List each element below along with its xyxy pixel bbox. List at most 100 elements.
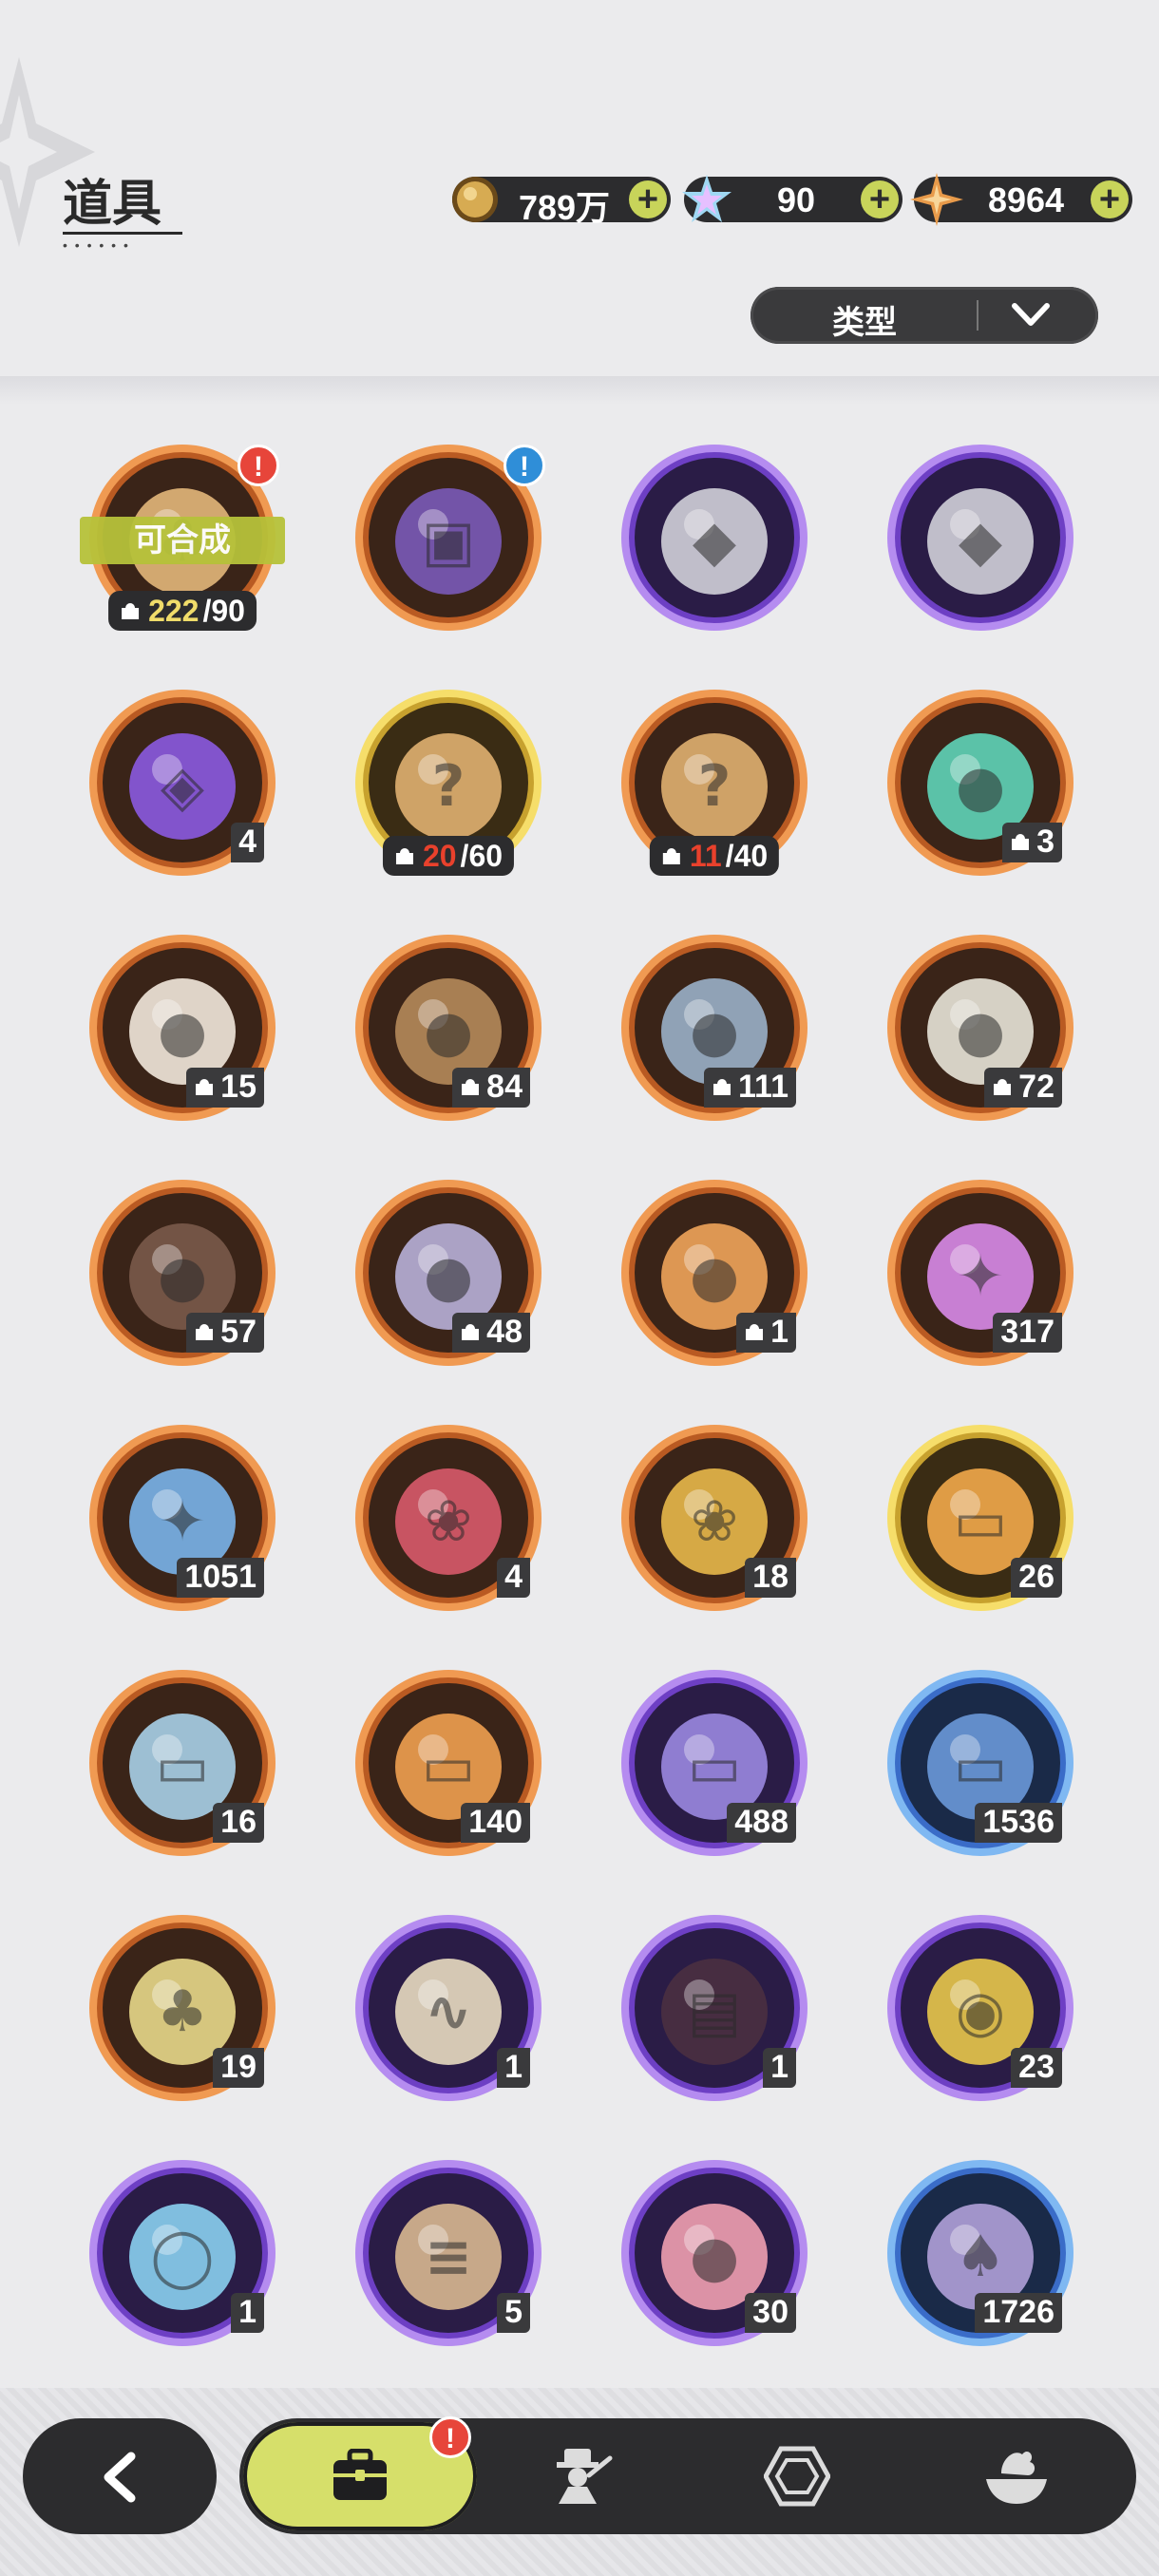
svg-text:▭: ▭ — [688, 1733, 742, 1800]
item-quantity: 4 — [231, 823, 264, 862]
svg-text:✦: ✦ — [159, 1488, 206, 1555]
item-slot[interactable]: ◆ — [619, 443, 809, 633]
svg-text:◯: ◯ — [150, 2224, 214, 2290]
svg-text:?: ? — [432, 753, 466, 820]
item-slot[interactable]: ♣可合成222/90! — [80, 443, 285, 633]
item-slot[interactable]: ✦ 1051 — [87, 1423, 277, 1613]
item-slot[interactable]: ? 11/40 — [619, 688, 809, 878]
shard-have: 11 — [689, 839, 722, 873]
item-slot[interactable]: ▣! — [353, 443, 545, 633]
tab-dessert[interactable] — [969, 2418, 1064, 2534]
item-alert-badge: ! — [504, 445, 545, 486]
svg-text:◆: ◆ — [693, 508, 736, 575]
item-slot[interactable]: ♠ 1726 — [885, 2158, 1075, 2348]
item-slot[interactable]: ● 3 — [885, 688, 1075, 878]
item-slot[interactable]: ● 48 — [353, 1178, 543, 1368]
shard-have: 222 — [148, 594, 200, 628]
shard-icon — [196, 1324, 214, 1340]
item-slot[interactable]: ▭ 488 — [619, 1668, 809, 1858]
svg-text:❀: ❀ — [425, 1488, 472, 1555]
svg-text:●: ● — [424, 1243, 473, 1310]
quantity-value: 57 — [220, 1314, 256, 1350]
item-quantity: 1 — [736, 1313, 796, 1353]
shard-progress: 222/90 — [108, 591, 256, 631]
item-slot[interactable]: ● 30 — [619, 2158, 809, 2348]
svg-text:▭: ▭ — [954, 1488, 1008, 1555]
shard-have: 20 — [422, 839, 457, 873]
item-slot[interactable]: ▤ 1 — [619, 1913, 809, 2103]
item-quantity: 26 — [1011, 1558, 1062, 1598]
svg-text:●: ● — [956, 753, 1005, 820]
quantity-value: 1536 — [982, 1804, 1054, 1840]
item-slot[interactable]: ◆ — [885, 443, 1075, 633]
shard-icon — [462, 1324, 480, 1340]
item-slot[interactable]: ✦ 317 — [885, 1178, 1075, 1368]
svg-text:?: ? — [698, 753, 732, 820]
gift-egg-icon: ◆ — [887, 445, 1074, 631]
item-slot[interactable]: ● 72 — [885, 933, 1075, 1123]
item-quantity: 48 — [452, 1313, 530, 1353]
shard-need: /90 — [202, 594, 245, 628]
quantity-value: 1 — [770, 2049, 788, 2085]
shard-progress: 11/40 — [649, 836, 780, 876]
item-slot[interactable]: ♣ 19 — [87, 1913, 277, 2103]
shard-icon — [395, 848, 413, 864]
back-button[interactable] — [23, 2418, 217, 2534]
shard-progress: 20/60 — [382, 836, 515, 876]
item-slot[interactable]: ∿ 1 — [353, 1913, 543, 2103]
item-quantity: 3 — [1002, 823, 1062, 862]
item-quantity: 488 — [727, 1803, 796, 1843]
svg-text:▭: ▭ — [954, 1733, 1008, 1800]
item-slot[interactable]: ● 15 — [87, 933, 277, 1123]
shard-icon — [462, 1079, 480, 1095]
item-slot[interactable]: ❀ 4 — [353, 1423, 543, 1613]
shard-icon — [196, 1079, 214, 1095]
svg-text:◆: ◆ — [959, 508, 1002, 575]
item-slot[interactable]: ● 57 — [87, 1178, 277, 1368]
item-slot[interactable]: ◯ 1 — [87, 2158, 277, 2348]
item-quantity: 140 — [461, 1803, 530, 1843]
dessert-icon — [986, 2452, 1047, 2504]
shard-icon — [1012, 834, 1030, 850]
item-slot[interactable]: ▭ 16 — [87, 1668, 277, 1858]
quantity-value: 84 — [486, 1069, 522, 1105]
tab-gem[interactable] — [750, 2418, 846, 2534]
item-quantity: 84 — [452, 1068, 530, 1108]
item-slot[interactable]: ▭ 26 — [885, 1423, 1075, 1613]
item-slot[interactable]: ❀ 18 — [619, 1423, 809, 1613]
item-slot[interactable]: ● 111 — [619, 933, 809, 1123]
item-slot[interactable]: ▭ 140 — [353, 1668, 543, 1858]
item-quantity: 4 — [497, 1558, 530, 1598]
quantity-value: 4 — [238, 824, 256, 860]
svg-text:♠: ♠ — [955, 2224, 1006, 2290]
item-slot[interactable]: ● 84 — [353, 933, 543, 1123]
quantity-value: 317 — [1000, 1314, 1054, 1350]
item-slot[interactable]: ◈ 4 — [87, 688, 277, 878]
backpack-icon — [333, 2449, 387, 2500]
item-quantity: 1726 — [975, 2293, 1062, 2333]
item-grid: ♣可合成222/90!▣!◆◆◈4?20/60?11/40●3●15●84●11… — [0, 0, 1159, 2375]
quantity-value: 30 — [752, 2294, 788, 2330]
item-quantity: 72 — [984, 1068, 1062, 1108]
quantity-value: 5 — [504, 2294, 522, 2330]
item-slot[interactable]: ◉ 23 — [885, 1913, 1075, 2103]
item-slot[interactable]: ? 20/60 — [353, 688, 543, 878]
item-slot[interactable]: ≡ 5 — [353, 2158, 543, 2348]
quantity-value: 26 — [1018, 1559, 1054, 1595]
item-slot[interactable]: ● 1 — [619, 1178, 809, 1368]
item-quantity: 317 — [993, 1313, 1062, 1353]
item-quantity: 1536 — [975, 1803, 1062, 1843]
item-slot[interactable]: ▭ 1536 — [885, 1668, 1075, 1858]
tab-character[interactable] — [532, 2418, 627, 2534]
item-quantity: 23 — [1011, 2048, 1062, 2088]
svg-text:●: ● — [690, 2224, 739, 2290]
svg-text:●: ● — [690, 1243, 739, 1310]
shard-need: /40 — [725, 839, 769, 873]
svg-text:✦: ✦ — [957, 1243, 1004, 1310]
shard-need: /60 — [460, 839, 504, 873]
svg-text:≡: ≡ — [425, 2224, 472, 2290]
svg-text:●: ● — [690, 998, 739, 1065]
quantity-value: 1051 — [184, 1559, 256, 1595]
item-quantity: 1 — [231, 2293, 264, 2333]
item-alert-badge: ! — [238, 445, 279, 486]
